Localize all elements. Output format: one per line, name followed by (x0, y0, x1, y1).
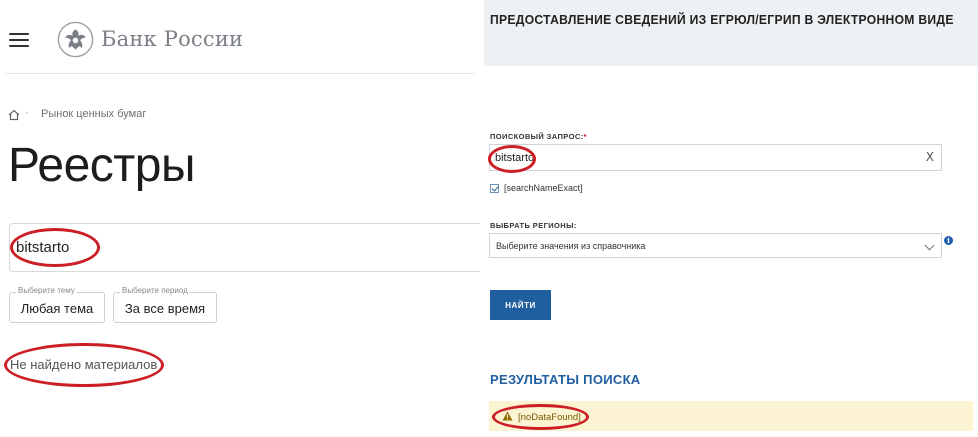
egrul-title: ПРЕДОСТАВЛЕНИЕ СВЕДЕНИЙ ИЗ ЕГРЮЛ/ЕГРИП В… (490, 13, 954, 27)
search-input-value: bitstarto (16, 239, 70, 256)
egrul-panel: ПРЕДОСТАВЛЕНИЕ СВЕДЕНИЙ ИЗ ЕГРЮЛ/ЕГРИП В… (484, 0, 978, 437)
home-icon[interactable] (8, 109, 20, 121)
header-divider (6, 73, 474, 74)
egrul-search-input[interactable]: bitstarto X (489, 144, 942, 171)
no-data-alert-text: [noDataFound] (518, 412, 581, 423)
bank-emblem-icon[interactable] (57, 21, 94, 58)
regions-select[interactable]: Выберите значения из справочника (489, 233, 942, 258)
period-select-caption: Выберите период (120, 286, 190, 295)
egrul-header: ПРЕДОСТАВЛЕНИЕ СВЕДЕНИЙ ИЗ ЕГРЮЛ/ЕГРИП В… (484, 0, 978, 66)
topic-select-caption: Выберите тему (16, 286, 77, 295)
regions-label: ВЫБРАТЬ РЕГИОНЫ: (490, 221, 577, 230)
regions-select-placeholder: Выберите значения из справочника (496, 241, 646, 251)
breadcrumb-separator: · (25, 107, 29, 119)
topic-select[interactable]: Выберите тему Любая тема (9, 286, 105, 323)
required-mark: * (583, 132, 587, 141)
period-select-value: За все время (124, 301, 206, 316)
clear-icon[interactable]: X (926, 150, 934, 164)
topic-select-value: Любая тема (20, 301, 94, 316)
exact-name-checkbox-label[interactable]: [searchNameExact] (504, 183, 583, 193)
warning-icon (502, 411, 513, 421)
page-title: Реестры (8, 139, 195, 192)
period-select[interactable]: Выберите период За все время (113, 286, 217, 323)
no-data-alert: [noDataFound] (489, 401, 973, 431)
find-button[interactable]: НАЙТИ (490, 290, 551, 320)
breadcrumb-link[interactable]: Рынок ценных бумаг (41, 108, 146, 120)
hamburger-icon[interactable] (9, 33, 29, 47)
search-query-label: ПОИСКОВЫЙ ЗАПРОС:* (490, 132, 587, 141)
results-title: РЕЗУЛЬТАТЫ ПОИСКА (490, 372, 641, 387)
search-input[interactable]: bitstarto (9, 223, 480, 272)
egrul-search-value: bitstarto (495, 152, 535, 164)
exact-name-checkbox[interactable] (490, 184, 499, 193)
bank-of-russia-panel: Банк России · Рынок ценных бумаг Реестры… (0, 0, 480, 437)
brand-name: Банк России (101, 27, 244, 51)
empty-state-message: Не найдено материалов (10, 357, 158, 372)
chevron-down-icon (924, 240, 935, 251)
info-icon[interactable]: i (944, 236, 953, 245)
